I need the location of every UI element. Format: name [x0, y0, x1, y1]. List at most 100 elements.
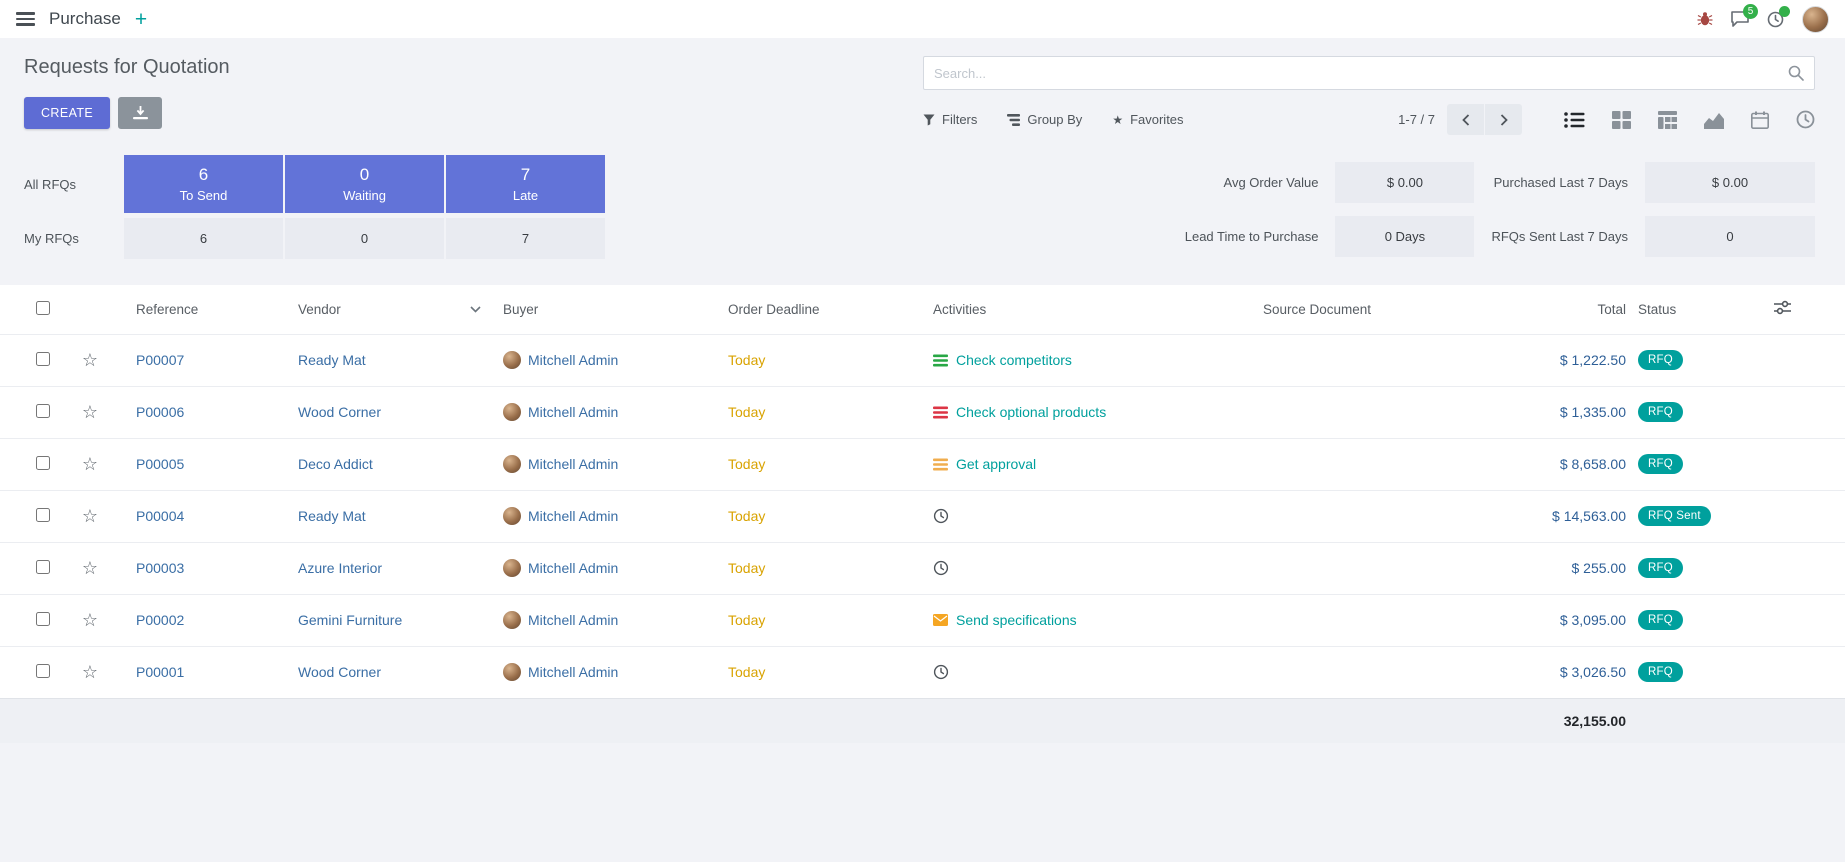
- buyer-link[interactable]: Mitchell Admin: [528, 560, 618, 576]
- favorite-star-icon[interactable]: ☆: [82, 610, 98, 631]
- group-by-button[interactable]: Group By: [1007, 112, 1082, 127]
- list-view-icon[interactable]: [1564, 111, 1585, 129]
- vendor-link[interactable]: Ready Mat: [298, 352, 366, 368]
- graph-view-icon[interactable]: [1704, 111, 1724, 129]
- table-row[interactable]: ☆ P00002 Gemini Furniture Mitchell Admin…: [0, 594, 1845, 646]
- activity-view-icon[interactable]: [1796, 110, 1815, 129]
- vendor-link[interactable]: Azure Interior: [298, 560, 382, 576]
- vendor-link[interactable]: Ready Mat: [298, 508, 366, 524]
- buyer-link[interactable]: Mitchell Admin: [528, 612, 618, 628]
- activity-cell[interactable]: [933, 560, 1251, 576]
- vendor-link[interactable]: Deco Addict: [298, 456, 373, 472]
- col-header-vendor[interactable]: Vendor: [292, 285, 497, 334]
- activity-cell[interactable]: Check optional products: [933, 404, 1251, 420]
- activity-summary[interactable]: Check optional products: [956, 404, 1106, 420]
- col-header-total[interactable]: Total: [1502, 285, 1632, 334]
- buyer-link[interactable]: Mitchell Admin: [528, 456, 618, 472]
- export-button[interactable]: [118, 97, 162, 129]
- pivot-view-icon[interactable]: [1658, 111, 1677, 129]
- favorite-star-icon[interactable]: ☆: [82, 558, 98, 579]
- my-to-send-count[interactable]: 6: [124, 218, 283, 259]
- col-header-reference[interactable]: Reference: [112, 285, 292, 334]
- col-header-activities[interactable]: Activities: [927, 285, 1257, 334]
- activity-summary[interactable]: Send specifications: [956, 612, 1077, 628]
- dash-card-late[interactable]: 7 Late: [446, 155, 605, 213]
- table-row[interactable]: ☆ P00005 Deco Addict Mitchell Admin Toda…: [0, 438, 1845, 490]
- row-checkbox[interactable]: [36, 508, 50, 522]
- source-document-header-label: Source Document: [1263, 302, 1371, 317]
- col-header-source-document[interactable]: Source Document: [1257, 285, 1502, 334]
- debug-bug-icon[interactable]: [1697, 11, 1713, 27]
- dash-card-to-send[interactable]: 6 To Send: [124, 155, 283, 213]
- reference-link[interactable]: P00004: [136, 508, 184, 524]
- row-checkbox[interactable]: [36, 456, 50, 470]
- reference-link[interactable]: P00006: [136, 404, 184, 420]
- activity-cell[interactable]: [933, 508, 1251, 524]
- search-input[interactable]: [924, 57, 1778, 89]
- reference-link[interactable]: P00003: [136, 560, 184, 576]
- favorite-star-icon[interactable]: ☆: [82, 454, 98, 475]
- pager-next-button[interactable]: [1485, 104, 1522, 135]
- app-name-menu[interactable]: Purchase: [49, 9, 121, 29]
- dash-card-waiting[interactable]: 0 Waiting: [285, 155, 444, 213]
- activity-summary[interactable]: Check competitors: [956, 352, 1072, 368]
- rfqs-sent-last-7-days: 0: [1645, 216, 1815, 257]
- row-checkbox[interactable]: [36, 352, 50, 366]
- activity-clock-icon: [933, 508, 949, 524]
- status-badge: RFQ: [1638, 350, 1683, 370]
- activity-tasks-icon: [933, 354, 948, 367]
- my-late-count[interactable]: 7: [446, 218, 605, 259]
- search-icon[interactable]: [1778, 65, 1814, 81]
- reference-link[interactable]: P00005: [136, 456, 184, 472]
- buyer-link[interactable]: Mitchell Admin: [528, 664, 618, 680]
- activity-cell[interactable]: Get approval: [933, 456, 1251, 472]
- table-row[interactable]: ☆ P00003 Azure Interior Mitchell Admin T…: [0, 542, 1845, 594]
- favorites-button[interactable]: ★ Favorites: [1112, 112, 1183, 127]
- vendor-link[interactable]: Gemini Furniture: [298, 612, 402, 628]
- total-value: $ 255.00: [1572, 560, 1627, 576]
- create-button[interactable]: CREATE: [24, 97, 110, 129]
- reference-link[interactable]: P00002: [136, 612, 184, 628]
- pager-previous-button[interactable]: [1447, 104, 1484, 135]
- apps-menu-icon[interactable]: [16, 12, 35, 26]
- col-header-buyer[interactable]: Buyer: [497, 285, 722, 334]
- row-checkbox[interactable]: [36, 664, 50, 678]
- favorite-star-icon[interactable]: ☆: [82, 350, 98, 371]
- select-all-checkbox[interactable]: [36, 301, 50, 315]
- kanban-view-icon[interactable]: [1612, 111, 1631, 129]
- row-checkbox[interactable]: [36, 612, 50, 626]
- activity-cell[interactable]: Check competitors: [933, 352, 1251, 368]
- vendor-link[interactable]: Wood Corner: [298, 404, 381, 420]
- reference-link[interactable]: P00007: [136, 352, 184, 368]
- activity-cell[interactable]: Send specifications: [933, 612, 1251, 628]
- my-waiting-count[interactable]: 0: [285, 218, 444, 259]
- user-avatar[interactable]: [1802, 6, 1829, 33]
- activity-summary[interactable]: Get approval: [956, 456, 1036, 472]
- optional-columns-button[interactable]: [1747, 285, 1845, 334]
- vendor-link[interactable]: Wood Corner: [298, 664, 381, 680]
- calendar-view-icon[interactable]: [1751, 111, 1769, 129]
- buyer-avatar: [503, 455, 521, 473]
- activity-envelope-icon: [933, 614, 948, 626]
- favorite-star-icon[interactable]: ☆: [82, 662, 98, 683]
- table-row[interactable]: ☆ P00006 Wood Corner Mitchell Admin Toda…: [0, 386, 1845, 438]
- table-row[interactable]: ☆ P00004 Ready Mat Mitchell Admin Today …: [0, 490, 1845, 542]
- messages-icon[interactable]: 5: [1731, 11, 1749, 27]
- filters-button[interactable]: Filters: [923, 112, 977, 127]
- favorite-star-icon[interactable]: ☆: [82, 506, 98, 527]
- col-header-status[interactable]: Status: [1632, 285, 1747, 334]
- row-checkbox[interactable]: [36, 404, 50, 418]
- buyer-link[interactable]: Mitchell Admin: [528, 404, 618, 420]
- reference-link[interactable]: P00001: [136, 664, 184, 680]
- favorite-star-icon[interactable]: ☆: [82, 402, 98, 423]
- table-row[interactable]: ☆ P00001 Wood Corner Mitchell Admin Toda…: [0, 646, 1845, 698]
- table-row[interactable]: ☆ P00007 Ready Mat Mitchell Admin Today …: [0, 334, 1845, 386]
- waiting-count: 0: [360, 165, 369, 185]
- col-header-order-deadline[interactable]: Order Deadline: [722, 285, 927, 334]
- buyer-link[interactable]: Mitchell Admin: [528, 508, 618, 524]
- buyer-link[interactable]: Mitchell Admin: [528, 352, 618, 368]
- activity-cell[interactable]: [933, 664, 1251, 680]
- plus-icon[interactable]: +: [135, 9, 147, 30]
- activities-clock-icon[interactable]: [1767, 11, 1784, 28]
- row-checkbox[interactable]: [36, 560, 50, 574]
